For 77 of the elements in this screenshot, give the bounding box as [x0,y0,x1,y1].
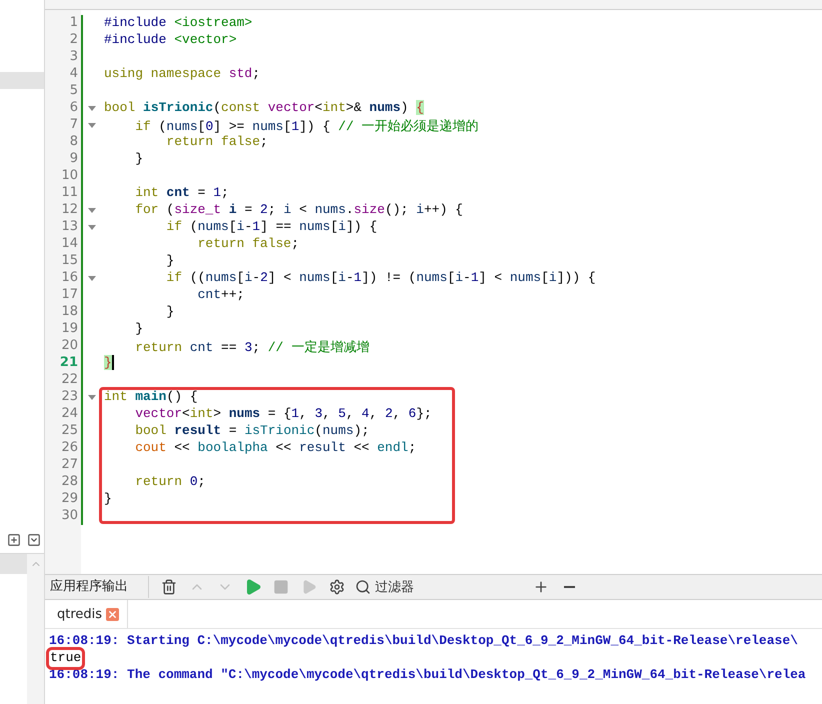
line-number: 27 [60,457,79,474]
code-line: } [134,321,144,338]
line-number: 5 [68,83,79,100]
line-number: 13 [60,219,79,236]
code-line: return 0; [134,474,206,491]
line-number: 28 [60,474,79,491]
line-number: 12 [60,202,79,219]
code-line: int main() { [104,389,198,406]
code-line: for (size_t i = 2; i < nums.size(); i++) { [134,202,463,219]
line-number: 7 [68,117,79,134]
close-button[interactable] [106,608,120,620]
minus-icon [564,586,574,588]
code-line: #include <vector> [104,32,237,49]
line-number: 22 [60,372,79,389]
plus-icon [533,579,549,595]
close-icon [107,608,118,620]
dropdown-icon[interactable] [27,533,41,547]
line-number: 1 [68,15,79,32]
code-line: bool isTrionic(const vector<int>& nums) { [104,100,424,117]
line-number: 8 [68,134,79,151]
code-line: } [104,491,112,508]
code-line: #include <iostream> [104,15,252,32]
line-number: 25 [60,423,79,440]
line-number: 11 [60,185,79,202]
code-line: return false; [196,236,300,253]
code-line: using namespace std; [104,66,260,83]
line-number: 23 [60,389,79,406]
code-line: } [165,304,174,321]
code-line: if (nums[0] >= nums[1]) { // 一开始必须是递增的 [134,118,479,134]
text-cursor [112,355,114,370]
search-icon [355,579,371,595]
line-number: 19 [60,321,79,338]
code-line: return false; [165,134,268,151]
stop-icon [273,579,289,595]
line-number: 26 [60,440,79,457]
line-number: 29 [60,491,79,508]
line-number: 3 [68,49,79,66]
code-line: bool result = isTrionic(nums); [134,423,370,440]
filter-field[interactable]: 过滤器 [375,580,505,594]
line-number: 18 [60,304,79,321]
line-number: 30 [60,508,79,525]
code-line: cnt++; [196,287,244,304]
fold-marker-icon[interactable] [88,276,96,281]
line-number: 2 [68,32,79,49]
output-line: 16:08:19: Starting C:\mycode\mycode\qtredis\build\Desktop_Qt_6_9_2_MinGW_64_bit-Release\release\ [49,633,798,650]
line-number: 14 [60,236,79,253]
code-line: } [134,151,144,168]
panel-title: 应用程序输出 [45,576,149,598]
line-number: 10 [60,168,79,185]
settings-icon [329,579,345,595]
play-icon [244,578,262,596]
line-number: 21 [58,355,79,372]
code-line: if (nums[i-1] == nums[i]) { [165,219,378,236]
line-number: 15 [60,253,79,270]
fold-marker-icon[interactable] [88,123,96,128]
fold-marker-icon[interactable] [88,106,96,111]
line-number: 24 [60,406,79,423]
line-number: 20 [60,338,79,355]
code-line: cout << boolalpha << result << endl; [134,440,416,457]
line-number: 9 [68,151,79,168]
fold-marker-icon[interactable] [88,395,96,400]
code-line: return cnt == 3; // 一定是增减增 [134,339,370,355]
code-line: } [165,253,174,270]
fold-marker-icon[interactable] [88,208,96,213]
line-number: 16 [60,270,79,287]
fold-marker-icon[interactable] [88,225,96,230]
add-icon[interactable] [7,533,21,547]
line-number: 4 [68,66,79,83]
play-icon [301,579,317,595]
line-number: 6 [68,100,79,117]
trash-icon [161,579,177,595]
code-line: if ((nums[i-2] < nums[i-1]) != (nums[i-1] < nums[i])) { [165,270,596,287]
output-line: true [49,650,82,667]
code-line: int cnt = 1; [134,185,229,202]
output-line: 16:08:19: The command "C:\mycode\mycode\qtredis\build\Desktop_Qt_6_9_2_MinGW_64_bit-Release\relea [49,667,806,684]
code-line: vector<int> nums = {1, 3, 5, 4, 2, 6}; [134,406,432,423]
line-number: 17 [60,287,79,304]
